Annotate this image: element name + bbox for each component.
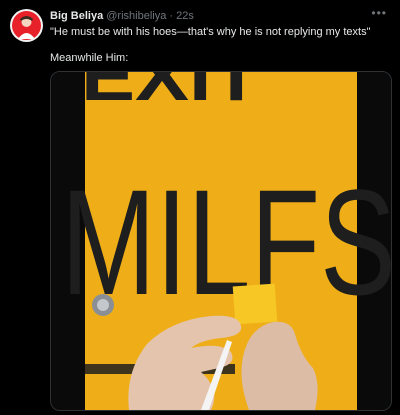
tweet-text: "He must be with his hoes—that's why he …: [50, 25, 385, 65]
tweet-header: Big Beliya @rishibeliya · 22s: [50, 9, 194, 23]
person-icon: [18, 16, 35, 39]
tape-patch: [232, 283, 278, 325]
tweet-card[interactable]: Big Beliya @rishibeliya · 22s ••• "He mu…: [0, 0, 400, 415]
sign-text-top: EXIT: [81, 72, 261, 115]
header-separator: ·: [169, 10, 174, 22]
author-handle[interactable]: @rishibeliya: [106, 10, 166, 22]
author-avatar[interactable]: [10, 9, 43, 42]
author-name[interactable]: Big Beliya: [50, 10, 103, 22]
tweet-text-line-1: "He must be with his hoes—that's why he …: [50, 26, 371, 38]
tweet-timestamp[interactable]: 22s: [176, 10, 194, 22]
more-horizontal-icon[interactable]: •••: [371, 6, 387, 20]
tweet-text-line-2: Meanwhile Him:: [50, 52, 129, 64]
tweet-media-image[interactable]: EXIT MILFS: [50, 71, 392, 411]
sign-photo: EXIT MILFS: [51, 72, 391, 410]
